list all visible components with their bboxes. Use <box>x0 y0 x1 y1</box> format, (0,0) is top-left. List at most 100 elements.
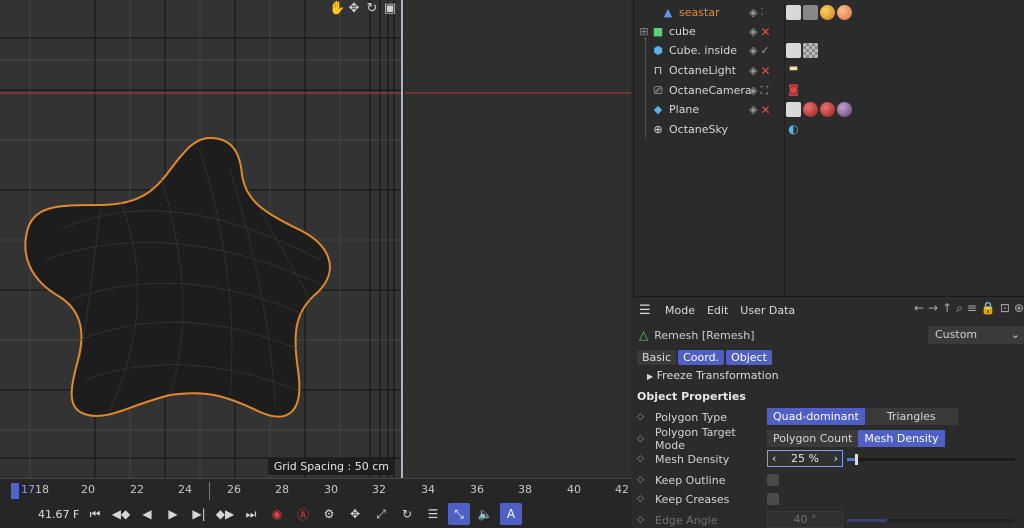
polygon-type-quad[interactable]: Quad-dominant <box>767 408 865 425</box>
up-arrow-icon[interactable]: ↑ <box>942 301 952 316</box>
menu-user-data[interactable]: User Data <box>740 304 795 317</box>
menu-edit[interactable]: Edit <box>707 304 728 317</box>
object-row-octanelight[interactable]: ⊓ OctaneLight ◈ ✕ ▬ <box>634 61 1024 80</box>
next-frame-icon[interactable]: ▶| <box>188 503 210 525</box>
keyframe-diamond-icon[interactable]: ◇ <box>637 454 655 464</box>
object-row-cube[interactable]: ⊞ ■ cube ◈ ✕ <box>634 22 1024 41</box>
object-row-octanesky[interactable]: ⊕ OctaneSky ◐ <box>634 120 1024 139</box>
target-mode-density[interactable]: Mesh Density <box>858 430 945 447</box>
scale-key-icon[interactable]: ⤢ <box>370 503 392 525</box>
object-name[interactable]: OctaneSky <box>669 123 728 136</box>
polygon-type-triangles[interactable]: Triangles <box>864 408 958 425</box>
tick-label: 42 <box>615 483 629 496</box>
disabled-x-icon[interactable]: ✕ <box>760 64 770 78</box>
mesh-density-field[interactable]: ‹ 25 % › <box>767 450 843 467</box>
increment-icon[interactable]: › <box>834 452 838 465</box>
layer-icon[interactable]: ◈ <box>749 103 757 116</box>
keep-outline-checkbox[interactable] <box>767 474 779 486</box>
anim-mode-icon[interactable]: A <box>500 503 522 525</box>
lock-icon[interactable]: 🔒 <box>981 301 996 316</box>
camera-tag-icon[interactable]: ◙ <box>786 83 801 98</box>
enabled-check-icon[interactable]: ✓ <box>760 44 769 57</box>
move-key-icon[interactable]: ✥ <box>344 503 366 525</box>
phong-tag-icon[interactable] <box>786 102 801 117</box>
record-icon[interactable]: ◉ <box>266 503 288 525</box>
keyframe-diamond-icon[interactable]: ◇ <box>637 494 655 504</box>
hand-icon[interactable]: ✋ <box>329 2 345 16</box>
keep-creases-checkbox[interactable] <box>767 493 779 505</box>
object-row-seastar[interactable]: ▲ seastar ◈ ⁚ <box>634 3 1024 22</box>
material-tag-icon[interactable] <box>803 102 818 117</box>
disabled-x-icon[interactable]: ✕ <box>760 25 770 39</box>
prev-frame-icon[interactable]: ◀ <box>136 503 158 525</box>
layer-icon[interactable]: ◈ <box>749 64 757 77</box>
object-name[interactable]: OctaneLight <box>669 64 736 77</box>
object-name[interactable]: Plane <box>669 103 699 116</box>
next-key-icon[interactable]: ◆▶ <box>214 503 236 525</box>
tab-basic[interactable]: Basic <box>637 350 677 365</box>
object-name[interactable]: seastar <box>679 6 720 19</box>
material-tag-icon[interactable] <box>837 5 852 20</box>
sound-icon[interactable]: 🔈 <box>474 503 496 525</box>
forward-arrow-icon[interactable]: → <box>928 301 938 316</box>
viewport[interactable]: ✋ ✥ ↻ ▣ Grid Spacing : 50 cm <box>0 0 403 478</box>
layer-icon[interactable]: ◈ <box>749 84 757 97</box>
target-icon[interactable]: ⛶ <box>760 84 768 98</box>
material-tag-icon[interactable] <box>837 102 852 117</box>
viewport-canvas[interactable] <box>0 0 403 478</box>
decrement-icon[interactable]: ‹ <box>772 452 776 465</box>
tab-coord[interactable]: Coord. <box>678 350 725 365</box>
rotate-icon[interactable]: ↻ <box>365 2 379 16</box>
keyframe-diamond-icon[interactable]: ◇ <box>637 412 655 422</box>
view-icon[interactable]: ▣ <box>383 2 397 16</box>
param-key-icon[interactable]: ☰ <box>422 503 444 525</box>
material-tag-icon[interactable] <box>820 5 835 20</box>
autokey-icon[interactable]: Ⓐ <box>292 503 314 525</box>
target-mode-count[interactable]: Polygon Count <box>767 430 859 447</box>
add-icon[interactable]: ⊕ <box>1014 301 1024 316</box>
rotate-key-icon[interactable]: ↻ <box>396 503 418 525</box>
uvw-tag-icon[interactable] <box>803 5 818 20</box>
object-row-plane[interactable]: ◆ Plane ◈ ✕ <box>634 100 1024 119</box>
playhead[interactable] <box>11 483 19 499</box>
layer-icon[interactable]: ◈ <box>749 6 757 19</box>
tab-object[interactable]: Object <box>726 350 772 365</box>
new-window-icon[interactable]: ⊡ <box>1000 301 1010 316</box>
pla-key-icon[interactable]: ⤡ <box>448 503 470 525</box>
move-icon[interactable]: ✥ <box>347 2 361 16</box>
go-to-end-icon[interactable]: ⏭ <box>240 503 262 525</box>
search-icon[interactable]: ⌕ <box>956 301 963 316</box>
phong-tag-icon[interactable] <box>786 43 801 58</box>
layer-icon[interactable]: ◈ <box>749 25 757 38</box>
material-tag-icon[interactable] <box>820 102 835 117</box>
visibility-dots[interactable]: ⁚ <box>760 7 763 18</box>
back-arrow-icon[interactable]: ← <box>914 301 924 316</box>
light-tag-icon[interactable]: ▬ <box>786 63 801 78</box>
environment-tag-icon[interactable]: ◐ <box>786 122 801 137</box>
disabled-x-icon[interactable]: ✕ <box>760 103 770 117</box>
menu-mode[interactable]: Mode <box>665 304 695 317</box>
slider-knob[interactable] <box>855 454 859 465</box>
keyframe-settings-icon[interactable]: ⚙ <box>318 503 340 525</box>
frame-field[interactable]: 41.67 F <box>20 508 80 521</box>
object-name[interactable]: OctaneCamera <box>669 84 752 97</box>
phong-tag-icon[interactable] <box>786 5 801 20</box>
filter-icon[interactable]: ≡ <box>967 301 977 316</box>
object-row-octanecamera[interactable]: ⎚ OctaneCamera ◈ ⛶ ◙ <box>634 81 1024 100</box>
object-name[interactable]: Cube. inside <box>669 44 737 57</box>
keyframe-diamond-icon[interactable]: ◇ <box>637 434 655 444</box>
object-row-cube-inside[interactable]: ⬢ Cube. inside ◈ ✓ <box>634 41 1024 60</box>
freeze-transformation-group[interactable]: ▶ Freeze Transformation <box>647 369 779 382</box>
prev-key-icon[interactable]: ◀◆ <box>110 503 132 525</box>
play-icon[interactable]: ▶ <box>162 503 184 525</box>
material-tag-icon[interactable] <box>803 43 818 58</box>
keyframe-diamond-icon[interactable]: ◇ <box>637 475 655 485</box>
preset-dropdown[interactable]: Custom ⌄ <box>928 326 1024 344</box>
mesh-density-slider[interactable] <box>847 454 1015 465</box>
expand-icon[interactable]: ⊞ <box>638 25 650 38</box>
object-name[interactable]: cube <box>669 25 696 38</box>
timeline-ruler[interactable]: 17 18 20 22 24 26 28 30 32 34 36 38 40 4… <box>0 478 631 500</box>
menu-icon[interactable]: ☰ <box>639 303 653 318</box>
go-to-start-icon[interactable]: ⏮ <box>84 503 106 525</box>
layer-icon[interactable]: ◈ <box>749 44 757 57</box>
